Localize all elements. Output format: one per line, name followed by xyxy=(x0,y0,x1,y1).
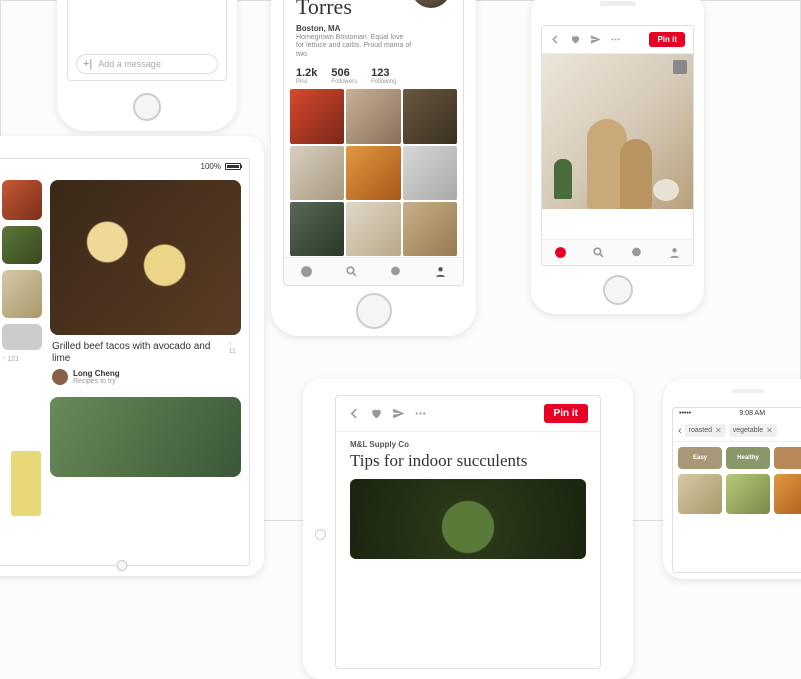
decor xyxy=(653,179,679,201)
avatar xyxy=(52,369,68,385)
feed-column-left: ↑ 121 xyxy=(2,180,42,477)
tablet-article: Pin it M&L Supply Co Tips for indoor suc… xyxy=(303,379,633,679)
filter-chip[interactable] xyxy=(774,447,801,469)
more-icon[interactable] xyxy=(414,407,427,420)
chat-icon[interactable] xyxy=(389,265,402,278)
status-bar: ••••• 9:08 AM ▮ xyxy=(673,408,801,420)
pin-thumb[interactable] xyxy=(290,146,344,200)
remove-tag-icon[interactable]: ✕ xyxy=(766,426,773,435)
attach-icon[interactable]: +| xyxy=(77,58,98,70)
phone-search: ••••• 9:08 AM ▮ ‹ roasted✕ vegetable✕ Ea… xyxy=(663,379,801,579)
profile-pin-grid xyxy=(284,89,463,256)
pin-action-bar: Pin it xyxy=(336,396,600,432)
filter-chip[interactable]: Healthy xyxy=(726,447,770,469)
profile-location: Boston, MA xyxy=(284,18,463,34)
remove-tag-icon[interactable]: ✕ xyxy=(715,426,722,435)
decor-strip xyxy=(11,451,41,516)
status-time: 9:08 AM xyxy=(739,410,765,418)
pin-action-bar: Pin it xyxy=(542,26,693,54)
heart-icon[interactable] xyxy=(570,34,581,45)
more-icon[interactable] xyxy=(610,34,621,45)
pinterest-icon[interactable] xyxy=(554,246,567,259)
stat-following[interactable]: 123Following xyxy=(371,67,396,85)
article-hero-image[interactable] xyxy=(350,479,586,559)
pin-user-name: Long Cheng xyxy=(73,369,120,378)
chat-icon[interactable] xyxy=(630,246,643,259)
search-bar[interactable]: ‹ roasted✕ vegetable✕ xyxy=(673,420,801,442)
pin-thumb[interactable] xyxy=(2,180,42,220)
search-screen: ••••• 9:08 AM ▮ ‹ roasted✕ vegetable✕ Ea… xyxy=(672,407,801,573)
profile-screen: Sara Torres Boston, MA Homegrown Bostoni… xyxy=(283,0,464,286)
phone-pin-detail: Pin it xyxy=(531,0,704,314)
phone-messages: Let's do it +| Add a message xyxy=(57,0,237,131)
result-thumb[interactable] xyxy=(774,474,801,514)
decor xyxy=(554,159,572,199)
home-button[interactable] xyxy=(116,560,127,571)
pin-thumb[interactable] xyxy=(403,89,457,143)
battery-icon xyxy=(225,163,241,170)
search-tag[interactable]: vegetable✕ xyxy=(729,424,777,437)
article-title: Tips for indoor succulents xyxy=(336,451,600,479)
search-results xyxy=(673,474,801,514)
status-bar: 100% xyxy=(0,159,249,174)
pin-thumb[interactable] xyxy=(403,146,457,200)
pin-attribution[interactable]: Long Cheng Recipes to try xyxy=(50,367,241,387)
message-placeholder: Add a message xyxy=(98,59,161,69)
search-icon[interactable] xyxy=(592,246,605,259)
send-icon[interactable] xyxy=(590,34,601,45)
article-source: M&L Supply Co xyxy=(336,432,600,451)
profile-bio: Homegrown Bostonian. Equal love for lett… xyxy=(284,34,463,59)
save-count: ↑ 121 xyxy=(2,356,42,363)
pin-it-button[interactable]: Pin it xyxy=(649,32,685,47)
pin-title: Grilled beef tacos with avocado and lime xyxy=(50,335,229,367)
pin-image[interactable] xyxy=(50,397,241,477)
search-tag[interactable]: roasted✕ xyxy=(685,424,726,437)
battery-label: 100% xyxy=(201,162,221,171)
feed-column-right: Grilled beef tacos with avocado and lime… xyxy=(50,180,241,477)
pin-thumb[interactable] xyxy=(346,89,400,143)
filter-chips: Easy Healthy xyxy=(673,442,801,474)
pin-thumb[interactable] xyxy=(346,146,400,200)
pin-detail-screen: Pin it xyxy=(541,25,694,266)
pin-hero-image[interactable] xyxy=(542,54,693,209)
pin-thumb[interactable] xyxy=(2,270,42,318)
back-icon[interactable] xyxy=(550,34,561,45)
stat-pins[interactable]: 1.2kPins xyxy=(296,67,317,85)
save-count: ↑ 11 xyxy=(229,335,241,355)
result-thumb[interactable] xyxy=(726,474,770,514)
tab-bar xyxy=(284,257,463,285)
back-icon[interactable]: ‹ xyxy=(678,425,682,437)
profile-icon[interactable] xyxy=(434,265,447,278)
pin-thumb[interactable] xyxy=(2,226,42,264)
tab-bar xyxy=(542,239,693,265)
search-icon[interactable] xyxy=(345,265,358,278)
pin-image-tacos[interactable] xyxy=(50,180,241,335)
home-button[interactable] xyxy=(356,293,392,329)
home-button[interactable] xyxy=(133,93,161,121)
article-screen: Pin it M&L Supply Co Tips for indoor suc… xyxy=(335,395,601,669)
pin-thumb[interactable] xyxy=(290,89,344,143)
pin-thumb[interactable] xyxy=(403,202,457,256)
filter-chip[interactable]: Easy xyxy=(678,447,722,469)
profile-stats: 1.2kPins 506Followers 123Following xyxy=(284,59,463,89)
pin-board-name: Recipes to try xyxy=(73,378,120,385)
decor xyxy=(620,139,652,209)
pin-it-button[interactable]: Pin it xyxy=(544,404,588,423)
message-input[interactable]: +| Add a message xyxy=(76,54,218,74)
result-thumb[interactable] xyxy=(678,474,722,514)
home-button[interactable] xyxy=(603,275,633,305)
back-icon[interactable] xyxy=(348,407,361,420)
pin-thumb[interactable] xyxy=(2,324,42,350)
heart-icon[interactable] xyxy=(370,407,383,420)
phone-profile: Sara Torres Boston, MA Homegrown Bostoni… xyxy=(271,0,476,336)
pin-thumb[interactable] xyxy=(346,202,400,256)
signal-icon: ••••• xyxy=(679,410,691,418)
pin-thumb[interactable] xyxy=(290,202,344,256)
pinterest-icon[interactable] xyxy=(300,265,313,278)
stat-followers[interactable]: 506Followers xyxy=(331,67,357,85)
profile-icon[interactable] xyxy=(668,246,681,259)
messages-screen: Let's do it +| Add a message xyxy=(67,0,227,81)
send-icon[interactable] xyxy=(392,407,405,420)
